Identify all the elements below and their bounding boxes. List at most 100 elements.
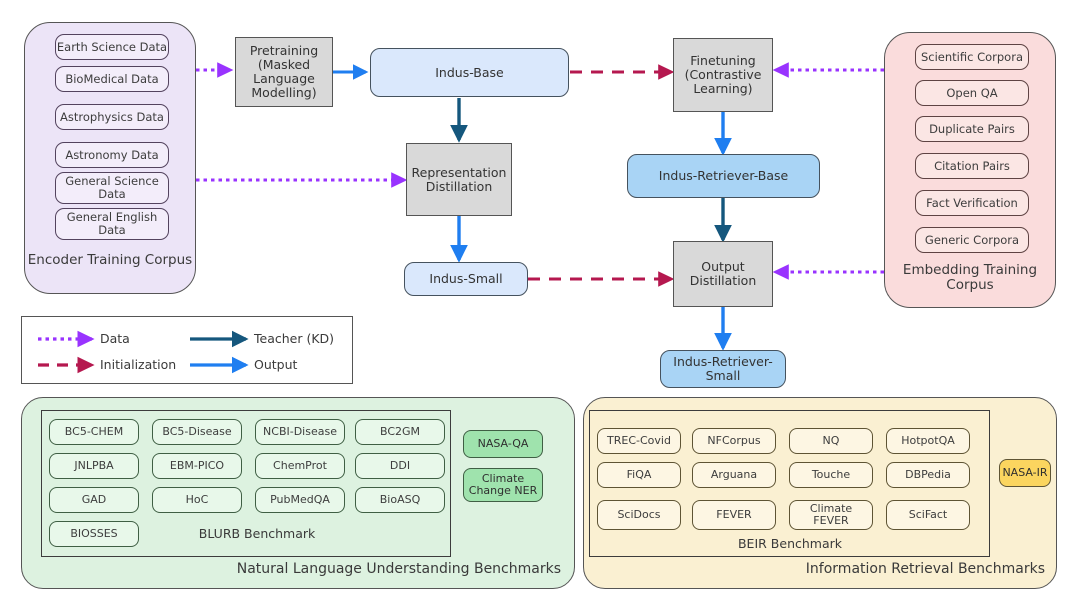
- legend-label-initialization: Initialization: [100, 357, 176, 372]
- nasa-ir-chip-label: NASA-IR: [1002, 465, 1048, 479]
- blurb-item-0-1[interactable]: BC5-Disease: [152, 419, 242, 445]
- beir-item-2-2-label: Climate FEVER: [809, 501, 853, 527]
- blurb-item-1-2[interactable]: ChemProt: [255, 453, 345, 479]
- finetuning-node[interactable]: Finetuning (Contrastive Learning): [673, 38, 773, 112]
- beir-item-0-0-label: TREC-Covid: [607, 433, 671, 447]
- embedding-corpus-item-3-label: Citation Pairs: [934, 158, 1010, 173]
- beir-item-0-0[interactable]: TREC-Covid: [597, 428, 681, 454]
- indus-small-node[interactable]: Indus-Small: [404, 262, 528, 296]
- embedding-corpus-item-4-label: Fact Verification: [926, 195, 1018, 210]
- beir-item-2-2[interactable]: Climate FEVER: [789, 500, 873, 530]
- encoder-corpus-item-2-label: Astrophysics Data: [60, 109, 164, 124]
- blurb-item-0-2-label: NCBI-Disease: [263, 424, 337, 438]
- beir-item-0-3-label: HotpotQA: [901, 433, 955, 447]
- indus-retriever-base-node[interactable]: Indus-Retriever-Base: [627, 154, 820, 198]
- ir-benchmarks-caption: Information Retrieval Benchmarks: [700, 561, 1045, 583]
- encoder-corpus-item-2[interactable]: Astrophysics Data: [55, 104, 169, 130]
- blurb-item-3-0[interactable]: BIOSSES: [49, 521, 139, 547]
- beir-item-2-3-label: SciFact: [908, 507, 948, 521]
- blurb-item-2-3[interactable]: BioASQ: [355, 487, 445, 513]
- blurb-item-1-0[interactable]: JNLPBA: [49, 453, 139, 479]
- representation-distillation-node-label: Representation Distillation: [411, 164, 507, 194]
- beir-item-1-3-label: DBPedia: [905, 467, 951, 481]
- beir-item-0-1[interactable]: NFCorpus: [692, 428, 776, 454]
- beir-item-0-3[interactable]: HotpotQA: [886, 428, 970, 454]
- legend-label-initialization-text: Initialization: [100, 357, 177, 372]
- embedding-corpus-item-1-label: Open QA: [946, 85, 998, 100]
- blurb-item-0-3-label: BC2GM: [379, 424, 421, 438]
- embedding-corpus-item-0-label: Scientific Corpora: [920, 49, 1023, 64]
- nasa-qa-chip[interactable]: NASA-QA: [463, 430, 543, 458]
- beir-item-2-3[interactable]: SciFact: [886, 500, 970, 530]
- encoder-corpus-item-4-label: General Science Data: [65, 174, 159, 201]
- blurb-item-0-0[interactable]: BC5-CHEM: [49, 419, 139, 445]
- beir-item-2-1-label: FEVER: [716, 507, 752, 521]
- blurb-benchmark-caption-text: BLURB Benchmark: [198, 526, 316, 541]
- blurb-item-2-2-label: PubMedQA: [270, 492, 330, 506]
- blurb-item-2-2[interactable]: PubMedQA: [255, 487, 345, 513]
- embedding-corpus-item-2[interactable]: Duplicate Pairs: [915, 116, 1029, 142]
- embedding-corpus-item-3[interactable]: Citation Pairs: [915, 153, 1029, 179]
- representation-distillation-node[interactable]: Representation Distillation: [406, 143, 512, 216]
- nasa-ir-chip[interactable]: NASA-IR: [999, 459, 1051, 487]
- beir-item-1-3[interactable]: DBPedia: [886, 462, 970, 488]
- indus-retriever-small-node[interactable]: Indus-Retriever- Small: [660, 350, 786, 388]
- nlu-benchmarks-caption: Natural Language Understanding Benchmark…: [221, 561, 561, 583]
- blurb-item-1-3[interactable]: DDI: [355, 453, 445, 479]
- pretraining-node-label: Pretraining (Masked Language Modelling): [249, 43, 319, 100]
- encoder-training-corpus-caption: Encoder Training Corpus: [24, 250, 196, 272]
- finetuning-node-label: Finetuning (Contrastive Learning): [684, 53, 762, 96]
- encoder-corpus-item-1[interactable]: BioMedical Data: [55, 66, 169, 92]
- blurb-benchmark-caption: BLURB Benchmark: [152, 521, 362, 547]
- blurb-item-3-0-label: BIOSSES: [70, 526, 118, 540]
- beir-item-1-2[interactable]: Touche: [789, 462, 873, 488]
- blurb-item-1-1[interactable]: EBM-PICO: [152, 453, 242, 479]
- beir-benchmark-caption: BEIR Benchmark: [650, 533, 930, 555]
- blurb-item-2-1[interactable]: HoC: [152, 487, 242, 513]
- indus-base-node[interactable]: Indus-Base: [370, 48, 569, 97]
- legend-arrow-layer: [38, 330, 249, 374]
- beir-item-1-1-label: Arguana: [710, 467, 758, 481]
- legend-label-data: Data: [100, 331, 130, 346]
- nlu-benchmarks-caption-text: Natural Language Understanding Benchmark…: [236, 561, 561, 577]
- embedding-corpus-item-0[interactable]: Scientific Corpora: [915, 44, 1029, 70]
- diagram-canvas: Earth Science Data BioMedical Data Astro…: [0, 0, 1080, 608]
- pretraining-node[interactable]: Pretraining (Masked Language Modelling): [235, 37, 333, 107]
- blurb-item-1-0-label: JNLPBA: [74, 458, 114, 472]
- indus-small-node-label: Indus-Small: [429, 271, 503, 286]
- encoder-corpus-item-5-label: General English Data: [66, 210, 158, 237]
- encoder-corpus-item-4[interactable]: General Science Data: [55, 172, 169, 204]
- encoder-corpus-item-5[interactable]: General English Data: [55, 208, 169, 240]
- encoder-corpus-item-0[interactable]: Earth Science Data: [55, 34, 169, 60]
- embedding-corpus-item-1[interactable]: Open QA: [915, 80, 1029, 106]
- legend-box: Data Initialization Teacher (KD) Output: [21, 316, 353, 384]
- beir-item-0-2-label: NQ: [822, 433, 840, 447]
- encoder-corpus-item-1-label: BioMedical Data: [65, 71, 159, 86]
- beir-item-1-0[interactable]: FiQA: [597, 462, 681, 488]
- indus-retriever-base-node-label: Indus-Retriever-Base: [658, 168, 789, 183]
- beir-item-1-0-label: FiQA: [626, 467, 652, 481]
- beir-item-2-1[interactable]: FEVER: [692, 500, 776, 530]
- output-distillation-node[interactable]: Output Distillation: [673, 241, 773, 307]
- legend-label-output-text: Output: [254, 357, 298, 372]
- blurb-item-2-0-label: GAD: [81, 492, 107, 506]
- beir-item-0-2[interactable]: NQ: [789, 428, 873, 454]
- climate-change-ner-chip[interactable]: Climate Change NER: [463, 468, 543, 502]
- embedding-corpus-item-5[interactable]: Generic Corpora: [915, 227, 1029, 253]
- embedding-training-corpus-caption-text: Embedding Training Corpus: [902, 261, 1038, 293]
- blurb-item-0-3[interactable]: BC2GM: [355, 419, 445, 445]
- legend-label-teacher-text: Teacher (KD): [254, 331, 335, 346]
- encoder-corpus-item-3[interactable]: Astronomy Data: [55, 142, 169, 168]
- indus-retriever-small-node-label: Indus-Retriever- Small: [673, 354, 773, 383]
- embedding-corpus-item-4[interactable]: Fact Verification: [915, 190, 1029, 216]
- blurb-item-1-3-label: DDI: [389, 458, 411, 472]
- blurb-item-2-3-label: BioASQ: [379, 492, 421, 506]
- blurb-item-0-2[interactable]: NCBI-Disease: [255, 419, 345, 445]
- legend-label-output: Output: [254, 357, 297, 372]
- nasa-qa-chip-label: NASA-QA: [477, 436, 529, 450]
- blurb-item-1-1-label: EBM-PICO: [169, 458, 225, 472]
- beir-item-2-0[interactable]: SciDocs: [597, 500, 681, 530]
- blurb-item-2-0[interactable]: GAD: [49, 487, 139, 513]
- indus-base-node-label: Indus-Base: [435, 64, 504, 80]
- beir-item-1-1[interactable]: Arguana: [692, 462, 776, 488]
